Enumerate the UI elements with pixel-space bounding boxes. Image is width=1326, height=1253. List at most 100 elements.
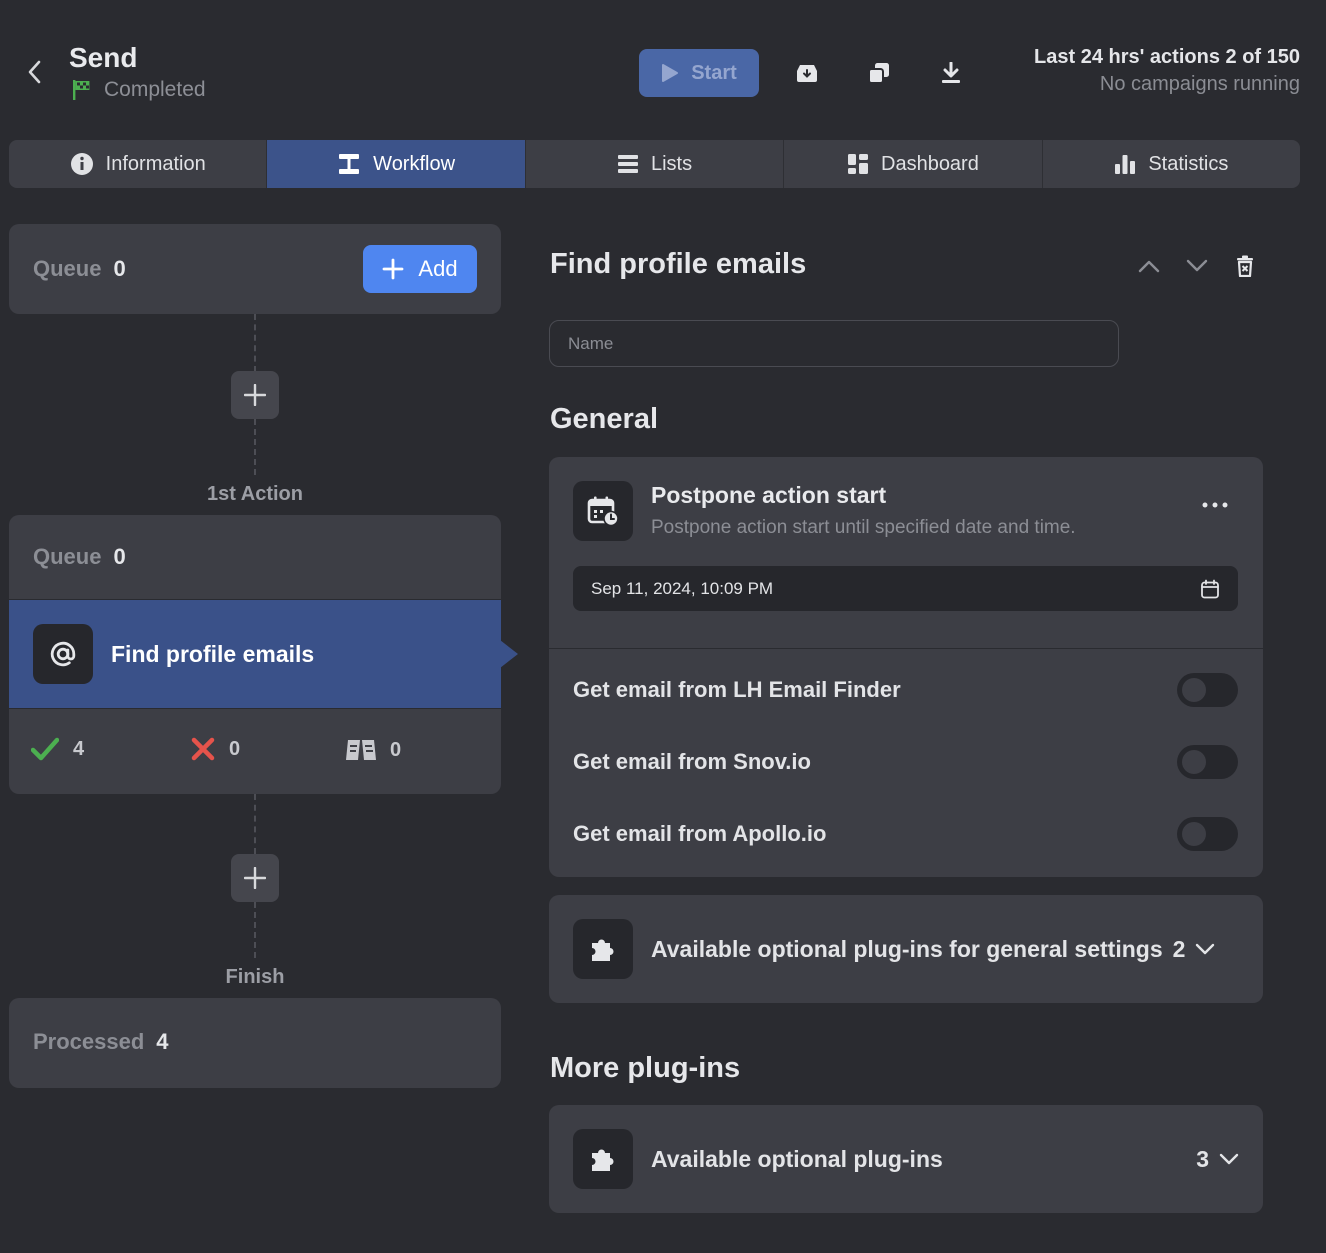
dashboard-icon (848, 154, 868, 174)
page-title: Send (69, 42, 138, 73)
skipped-value: 0 (390, 738, 402, 761)
postpone-description: Postpone action start until specified da… (651, 517, 1076, 538)
tab-label: Information (105, 152, 206, 175)
plus-icon (244, 867, 266, 889)
workflow-icon (339, 154, 360, 174)
postpone-text: Postpone action start Postpone action st… (651, 482, 1076, 539)
start-label: Start (691, 61, 737, 84)
move-up-button[interactable] (1134, 250, 1164, 282)
more-plugins-expander[interactable]: Available optional plug-ins 3 (549, 1105, 1263, 1213)
tab-lists[interactable]: Lists (526, 140, 785, 188)
action-settings-title: Find profile emails (550, 248, 807, 280)
connector-line (254, 419, 256, 475)
plugin-icon-tile (573, 1129, 633, 1189)
campaign-tabs: Information Workflow Lists Dashboard Sta… (9, 140, 1300, 188)
start-queue-card: Queue 0 Add (9, 224, 501, 314)
tab-workflow[interactable]: Workflow (267, 140, 526, 188)
check-icon (31, 737, 59, 761)
chevron-down-icon (1219, 1153, 1239, 1165)
tab-information[interactable]: Information (9, 140, 268, 188)
bar-chart-icon (1115, 155, 1136, 174)
general-settings-card: Postpone action start Postpone action st… (549, 457, 1263, 877)
toggle-row-apollo: Get email from Apollo.io (573, 817, 1238, 851)
connector-line (254, 902, 256, 958)
processed-label: Processed (33, 1029, 145, 1054)
action-find-profile-emails[interactable]: Find profile emails (9, 600, 501, 708)
divider (9, 708, 501, 709)
postpone-more-button[interactable] (1200, 489, 1230, 521)
cross-icon (191, 737, 215, 761)
status-text: Completed (104, 78, 206, 101)
play-icon (662, 64, 679, 82)
tab-dashboard[interactable]: Dashboard (784, 140, 1043, 188)
success-count: 4 (31, 737, 84, 761)
toggle-knob (1182, 750, 1206, 774)
action-limits: Last 24 hrs' actions 2 of 150 No campaig… (1034, 46, 1300, 96)
add-label: Add (418, 256, 458, 281)
action-icon-tile (33, 624, 93, 684)
running-campaigns-text: No campaigns running (1099, 73, 1300, 95)
apollo-toggle[interactable] (1177, 817, 1238, 851)
toggle-label: Get email from LH Email Finder (573, 677, 901, 702)
info-icon (70, 153, 93, 175)
general-heading: General (550, 403, 658, 435)
general-plugins-label: Available optional plug-ins for general … (651, 935, 1163, 962)
plus-icon (383, 258, 404, 280)
step-label: 1st Action (207, 483, 303, 505)
add-button[interactable]: Add (363, 245, 477, 293)
selected-pointer (500, 640, 518, 668)
tab-label: Dashboard (881, 152, 979, 175)
connector-line (254, 314, 256, 372)
postpone-date-picker[interactable]: Sep 11, 2024, 10:09 PM (573, 566, 1238, 611)
snov-toggle[interactable] (1177, 745, 1238, 779)
finish-label: Finish (225, 966, 285, 988)
plugin-icon-tile (573, 919, 633, 979)
toggle-knob (1182, 822, 1206, 846)
queue-count: 0 (113, 256, 126, 281)
action-name-input[interactable] (549, 320, 1119, 367)
archive-button[interactable] (792, 57, 822, 89)
tab-label: Statistics (1148, 152, 1229, 175)
chevron-up-icon (1138, 260, 1160, 273)
plugin-count-value: 2 (1172, 935, 1186, 962)
back-button[interactable] (22, 58, 46, 86)
postpone-icon-tile (573, 481, 633, 541)
action-name: Find profile emails (111, 640, 315, 667)
chevron-left-icon (28, 60, 41, 84)
queue-label: Queue (33, 544, 102, 569)
duplicate-button[interactable] (864, 57, 894, 89)
campaign-status: Completed (72, 78, 206, 102)
general-plugins-expander[interactable]: Available optional plug-ins for general … (549, 895, 1263, 1003)
insert-action-button[interactable] (231, 854, 279, 902)
toggle-label: Get email from Snov.io (573, 749, 811, 774)
skipped-count: 0 (346, 737, 401, 763)
skip-icon (346, 740, 376, 760)
insert-action-button[interactable] (231, 371, 279, 419)
finish-flag-icon (73, 80, 90, 100)
chevron-down-icon (1196, 943, 1215, 955)
tab-statistics[interactable]: Statistics (1043, 140, 1300, 188)
toggle-row-lh-email-finder: Get email from LH Email Finder (573, 673, 1238, 707)
general-plugins-count: 2 (1173, 936, 1216, 963)
plugin-count-value: 3 (1196, 1145, 1209, 1172)
trash-icon (1237, 255, 1253, 277)
queue-count: 0 (113, 544, 126, 569)
action-queue: Queue 0 (33, 544, 126, 570)
archive-icon (797, 65, 817, 82)
tab-label: Lists (650, 152, 693, 175)
download-icon (942, 62, 960, 83)
lh-email-finder-toggle[interactable] (1177, 673, 1238, 707)
tab-label: Workflow (373, 152, 456, 175)
start-button[interactable]: Start (639, 49, 759, 97)
list-icon (617, 155, 638, 173)
more-plugins-count: 3 (1196, 1146, 1239, 1173)
calendar-clock-icon (587, 496, 619, 527)
toggle-knob (1182, 678, 1206, 702)
start-queue: Queue 0 (33, 256, 126, 282)
export-button[interactable] (936, 57, 966, 89)
more-plugins-heading: More plug-ins (550, 1052, 741, 1084)
delete-action-button[interactable] (1230, 250, 1260, 282)
move-down-button[interactable] (1182, 250, 1212, 282)
failed-count: 0 (191, 737, 240, 761)
chevron-down-icon (1186, 259, 1208, 272)
